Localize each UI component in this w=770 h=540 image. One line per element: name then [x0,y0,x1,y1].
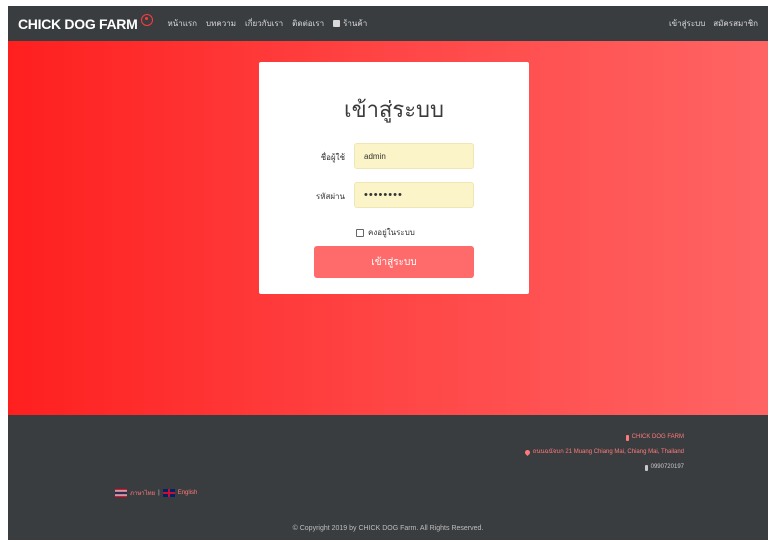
contact-info: CHICK DOG FARM ถนนฉนัจบก 21 Muang Chiang… [523,430,684,475]
language-switcher: ภาษาไทย | English [115,488,197,498]
lang-separator: | [158,490,160,496]
navbar: CHICK DOG FARM หน้าแรก บทความ เกี่ยวกับเ… [8,6,768,41]
lang-thai[interactable]: ภาษาไทย [130,488,155,498]
username-label: ชื่อผู้ใช้ [320,153,345,162]
nav-contact[interactable]: ติดต่อเรา [292,17,324,30]
nav-about[interactable]: เกี่ยวกับเรา [245,17,283,30]
password-row: รหัสผ่าน [259,182,529,208]
brand-link[interactable]: CHICK DOG FARM [18,13,154,32]
facebook-link[interactable]: CHICK DOG FARM [525,430,684,445]
lang-english[interactable]: English [178,490,198,496]
address-line: ถนนฉนัจบก 21 Muang Chiang Mai, Chiang Ma… [523,445,684,460]
password-label: รหัสผ่าน [315,192,345,201]
address-text: ถนนฉนัจบก 21 Muang Chiang Mai, Chiang Ma… [532,449,684,455]
nav-home[interactable]: หน้าแรก [167,17,197,30]
copyright-text: © Copyright 2019 by CHICK DOG Farm. All … [292,525,484,532]
nav-shop-label: ร้านค้า [343,19,368,28]
uk-flag-icon [162,489,175,497]
username-input[interactable] [354,143,474,169]
dog-logo-icon [141,13,154,26]
facebook-label: CHICK DOG FARM [631,434,684,440]
password-input[interactable] [354,182,474,208]
facebook-icon [333,20,341,27]
phone-icon [644,464,648,471]
login-card: เข้าสู่ระบบ ชื่อผู้ใช้ รหัสผ่าน คงอยู่ใน… [259,62,529,294]
map-pin-icon [523,448,531,457]
login-button[interactable]: เข้าสู่ระบบ [314,246,474,278]
remember-me: คงอยู่ในระบบ [356,226,415,239]
nav-articles[interactable]: บทความ [206,17,236,30]
auth-nav: เข้าสู่ระบบ สมัครสมาชิก [669,17,758,30]
username-row: ชื่อผู้ใช้ [259,143,529,169]
nav-shop[interactable]: ร้านค้า [333,17,367,30]
phone-line: 0990720197 [525,460,684,475]
brand-name: CHICK DOG FARM [18,15,138,32]
remember-label: คงอยู่ในระบบ [368,228,415,237]
hero-section: เข้าสู่ระบบ ชื่อผู้ใช้ รหัสผ่าน คงอยู่ใน… [8,41,768,415]
nav-register[interactable]: สมัครสมาชิก [713,17,758,30]
facebook-icon [625,434,629,441]
remember-checkbox[interactable] [356,228,364,237]
footer: CHICK DOG FARM ถนนฉนัจบก 21 Muang Chiang… [8,415,768,540]
thai-flag-icon [115,489,127,497]
phone-text: 0990720197 [650,464,684,470]
page: CHICK DOG FARM หน้าแรก บทความ เกี่ยวกับเ… [8,6,768,540]
main-nav: หน้าแรก บทความ เกี่ยวกับเรา ติดต่อเรา ร้… [167,17,367,30]
nav-login[interactable]: เข้าสู่ระบบ [669,17,705,30]
login-title: เข้าสู่ระบบ [344,97,444,122]
